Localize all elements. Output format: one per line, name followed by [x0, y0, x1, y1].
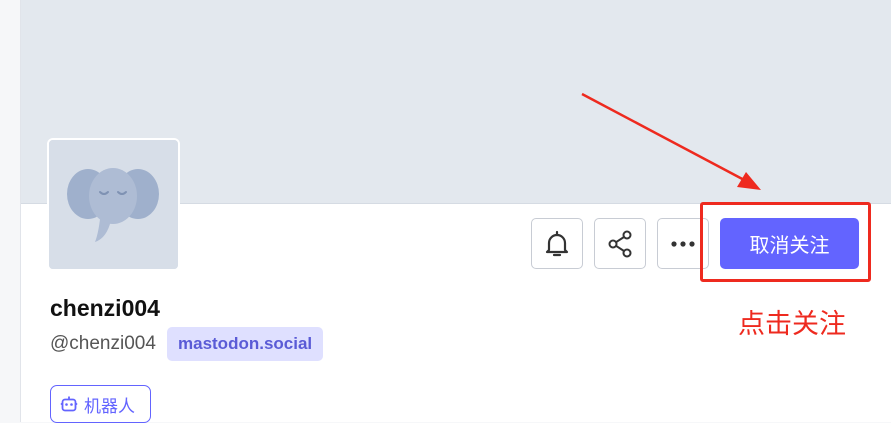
username: @chenzi004 [50, 333, 156, 354]
annotation-arrow-icon [581, 92, 761, 190]
domain-badge: mastodon.social [167, 327, 324, 361]
bot-badge: 机器人 [50, 385, 151, 423]
annotation-label: 点击关注 [738, 309, 846, 340]
bot-badge-label: 机器人 [84, 396, 135, 417]
display-name: chenzi004 [50, 295, 160, 321]
robot-icon [60, 396, 78, 412]
